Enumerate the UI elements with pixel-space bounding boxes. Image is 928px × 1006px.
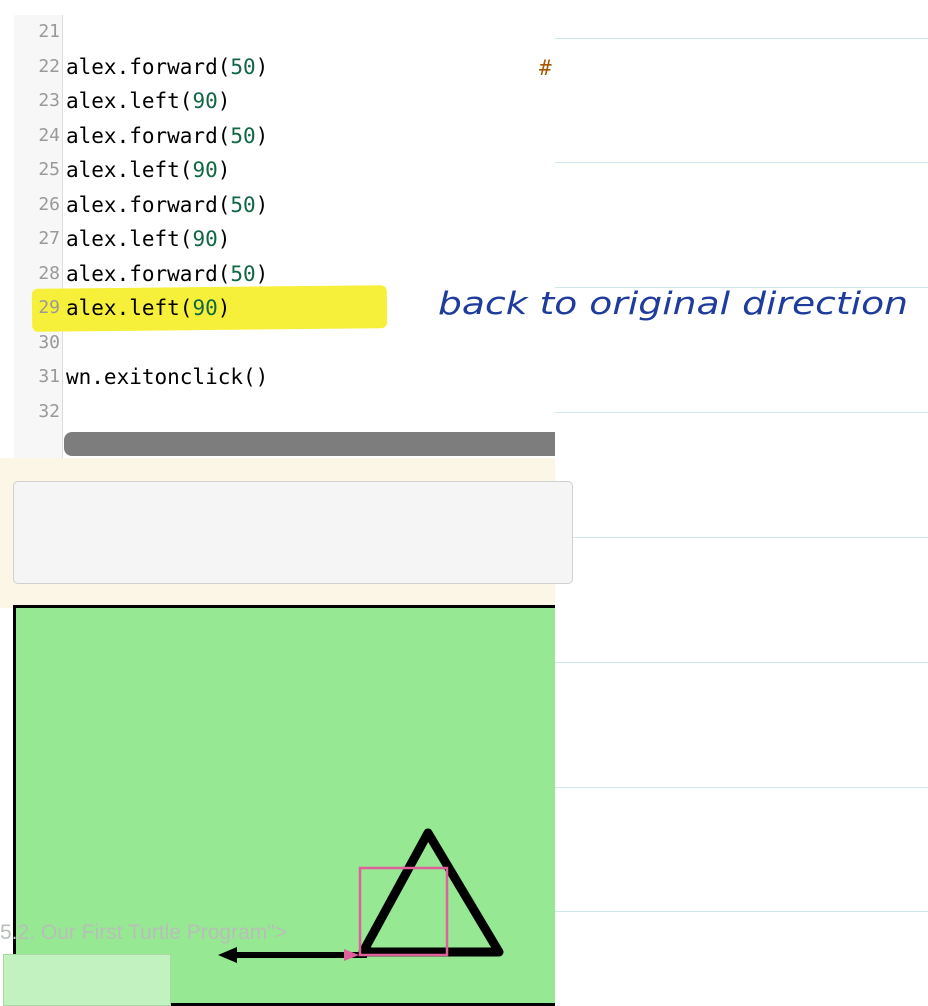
line-number: 28 — [38, 262, 60, 284]
line-number: 22 — [38, 55, 60, 77]
code-text: alex.left(90) — [66, 227, 231, 251]
code-line[interactable]: 27 alex.left(90) — [14, 222, 555, 256]
handwritten-annotation: back to original direction — [438, 272, 918, 332]
line-number: 26 — [38, 193, 60, 215]
output-box[interactable] — [13, 481, 573, 584]
turtle-arrow-icon — [218, 947, 237, 963]
page-caption: 5.2. Our First Turtle Program"> — [0, 921, 287, 944]
code-line[interactable]: 25 alex.left(90) — [14, 153, 555, 187]
turtle-drawing — [218, 828, 504, 963]
code-line[interactable]: 24 alex.forward(50) — [14, 119, 555, 153]
code-line[interactable]: 26 alex.forward(50) — [14, 188, 555, 222]
code-line[interactable]: 31 wn.exitonclick() — [14, 360, 555, 394]
pink-turtle-icon — [344, 949, 359, 961]
notebook-rule — [555, 38, 928, 39]
code-line[interactable]: 32 — [14, 395, 555, 429]
notebook-rule — [555, 911, 928, 912]
line-number: 32 — [38, 400, 60, 422]
code-text: alex.left(90) — [66, 158, 231, 182]
comment-symbol: # — [539, 56, 552, 80]
code-line[interactable]: 21 — [14, 15, 555, 49]
notebook-rule — [555, 787, 928, 788]
handwriting-svg: back to original direction — [438, 286, 908, 322]
notebook-rule — [555, 162, 928, 163]
notebook-rule — [555, 537, 928, 538]
horizontal-scrollbar[interactable] — [64, 432, 555, 456]
code-line[interactable]: 22 alex.forward(50) — [14, 50, 555, 84]
line-number: 27 — [38, 228, 60, 249]
line-number: 21 — [38, 21, 60, 42]
line-number: 24 — [38, 124, 60, 146]
code-text: alex.forward(50) — [66, 123, 269, 148]
line-number: 30 — [38, 331, 60, 353]
code-text: alex.forward(50) — [66, 54, 269, 79]
line-number: 29 — [38, 297, 60, 318]
notebook-rule — [555, 662, 928, 663]
line-number: 25 — [38, 159, 60, 180]
line-number: 23 — [38, 90, 60, 111]
page-input-field[interactable] — [3, 954, 171, 1006]
code-text: alex.forward(50) — [66, 261, 269, 286]
notebook-rule — [555, 412, 928, 413]
code-text: alex.left(90) — [66, 296, 231, 320]
turtle-canvas[interactable] — [13, 605, 555, 1006]
code-text: alex.left(90) — [66, 89, 231, 113]
triangle-path — [358, 828, 504, 957]
code-line[interactable]: 23 alex.left(90) — [14, 84, 555, 118]
line-number: 31 — [38, 366, 60, 387]
code-text: alex.forward(50) — [66, 192, 269, 217]
annotation-text: back to original direction — [438, 286, 908, 322]
code-text: wn.exitonclick() — [66, 365, 269, 389]
